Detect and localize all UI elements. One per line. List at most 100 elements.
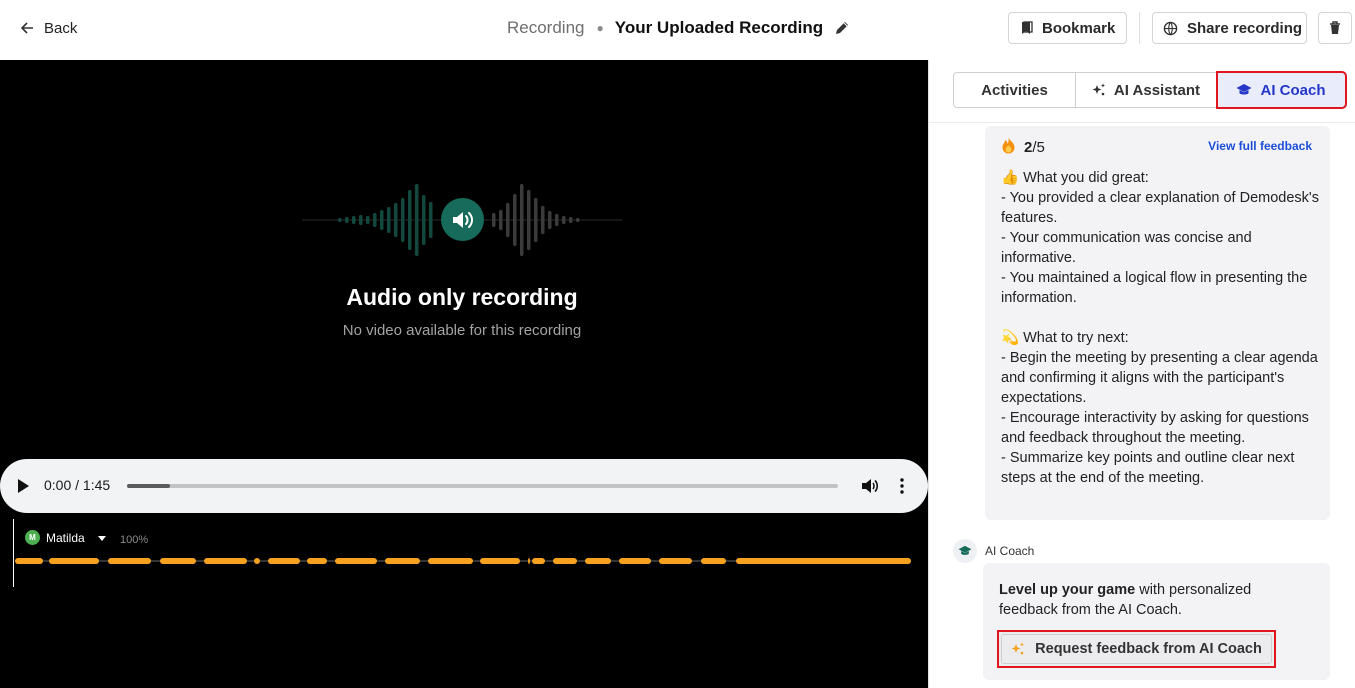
talk-segment[interactable] [585,558,611,564]
feedback-item: - Summarize key points and outline clear… [1001,450,1299,486]
back-label: Back [44,19,78,37]
waveform-bar [345,217,349,223]
waveform-bar [394,203,398,237]
avatar: M [25,530,40,545]
speaker-name: Matilda [46,530,85,545]
globe-icon [1163,21,1178,35]
speaker-selector[interactable]: M Matilda [25,530,107,545]
talk-segment[interactable] [160,558,196,564]
cta-bold: Level up your game [999,582,1136,598]
talk-segment[interactable] [49,558,99,564]
audio-only-title: Audio only recording [346,284,578,310]
waveform-bar [492,213,496,227]
top-bar: Back Recording ● Your Uploaded Recording… [0,0,1355,60]
share-label: Share recording [1187,19,1303,37]
talk-segment[interactable] [659,558,692,564]
tab-label: AI Assistant [1113,81,1201,99]
view-full-feedback-link[interactable]: View full feedback [1208,139,1312,153]
waveform-bar [576,218,580,222]
share-recording-button[interactable]: Share recording [1152,12,1307,44]
talk-segment[interactable] [108,558,151,564]
volume-icon[interactable] [861,477,879,495]
talk-segment[interactable] [532,558,545,564]
pencil-icon[interactable] [834,20,850,36]
waveform-bar [401,198,405,242]
talk-segment[interactable] [385,558,420,564]
waveform-bar [555,214,559,226]
score-value: 2/5 [1024,139,1045,156]
waveform-bar [513,194,517,246]
back-button[interactable]: Back [20,17,77,39]
tab-activities[interactable]: Activities [953,72,1076,108]
great-heading-line: 👍 What you did great: [1001,168,1321,188]
coach-message-header: AI Coach [953,539,1034,563]
waveform-bar [548,211,552,229]
speaker-talk-percent: 100% [120,534,149,546]
waveform-bar [366,216,370,224]
request-feedback-button[interactable]: Request feedback from AI Coach [997,630,1276,668]
play-icon[interactable] [16,478,30,494]
page-title-area: Recording ● Your Uploaded Recording [507,16,850,40]
talk-segment[interactable] [428,558,473,564]
score-row: 2/5 [1001,137,1045,158]
next-heading-line: 💫 What to try next: [1001,328,1321,348]
talk-segment[interactable] [736,558,911,564]
button-frame [1001,634,1272,664]
talk-segment[interactable] [701,558,726,564]
talk-segment[interactable] [553,558,577,564]
breadcrumb-separator: ● [596,21,604,35]
audio-player: 0:00 / 1:45 [0,459,928,513]
speaker-timeline[interactable] [15,558,911,564]
tab-ai-assistant[interactable]: AI Assistant [1076,72,1217,108]
coach-name: AI Coach [985,544,1035,558]
waveform-bar [387,207,391,233]
waveform-bar [373,213,377,227]
feedback-item: - You maintained a logical flow in prese… [1001,270,1312,306]
talk-segment[interactable] [528,558,530,564]
cta-text: Level up your game with personalized fee… [999,580,1309,620]
waveform-bar [359,215,363,225]
side-panel: Activities AI Assistant AI Coach 2/5 Vie… [928,60,1355,688]
waveform-bar [422,195,426,245]
panel-tabs: Activities AI Assistant AI Coach [953,71,1347,109]
volume-icon [452,211,473,228]
seek-bar[interactable] [127,484,838,488]
graduation-cap-icon [1236,84,1252,95]
waveform-bar [415,184,419,256]
waveform-bar [534,198,538,242]
feedback-item: - Your communication was concise and inf… [1001,230,1256,266]
waveform-bar [569,217,573,223]
breadcrumb[interactable]: Recording [507,18,585,38]
talk-segment[interactable] [254,558,260,564]
waveform-bar [506,203,510,237]
talk-segment[interactable] [307,558,327,564]
waveform-bar [338,218,342,222]
more-options-icon[interactable] [894,477,910,495]
talk-segment[interactable] [204,558,247,564]
bookmark-label: Bookmark [1042,19,1116,37]
fire-icon [1001,137,1016,158]
tabs-divider [929,122,1355,123]
recording-stage: Audio only recording No video available … [0,60,928,688]
coach-avatar [953,539,977,563]
waveform-bar [352,216,356,224]
trash-icon [1330,21,1340,34]
delete-button[interactable] [1318,12,1352,44]
talk-segment[interactable] [335,558,377,564]
bookmark-button[interactable]: Bookmark [1008,12,1127,44]
page-title: Your Uploaded Recording [614,18,824,37]
bookmark-icon [1022,21,1033,34]
talk-segment[interactable] [480,558,520,564]
talk-segment[interactable] [15,558,43,564]
talk-segment[interactable] [619,558,651,564]
waveform-bar [562,216,566,224]
waveform-bar [499,210,503,230]
waveform-bar [380,210,384,230]
tab-ai-coach[interactable]: AI Coach [1216,71,1347,109]
arrow-left-icon [20,22,33,34]
speaker-badge [441,198,484,241]
audio-only-subtitle: No video available for this recording [342,322,582,339]
dizzy-star-icon: 💫 [1001,330,1020,346]
talk-segment[interactable] [268,558,300,564]
